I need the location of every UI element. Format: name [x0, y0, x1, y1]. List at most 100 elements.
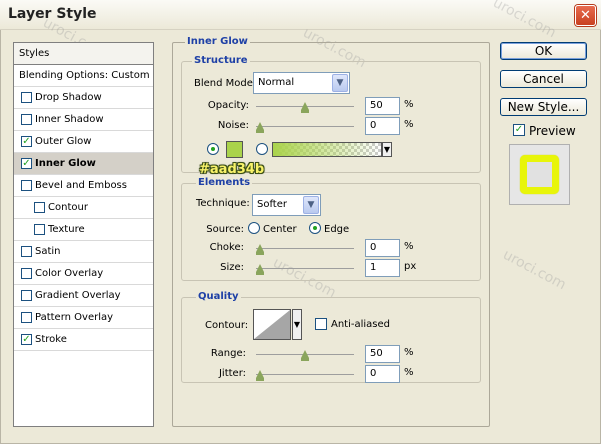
style-item-checkbox[interactable]: ✓: [21, 136, 32, 147]
style-item-gradient-overlay[interactable]: Gradient Overlay: [14, 285, 153, 307]
new-style-button[interactable]: New Style...: [500, 98, 587, 116]
anti-aliased-checkbox[interactable]: [315, 318, 327, 330]
opacity-label: Opacity:: [207, 100, 249, 111]
opacity-field[interactable]: 50: [365, 97, 400, 115]
style-item-bevel-and-emboss[interactable]: Bevel and Emboss: [14, 175, 153, 197]
choke-slider-thumb[interactable]: [256, 244, 264, 255]
anti-aliased-label: Anti-aliased: [331, 319, 391, 330]
size-field[interactable]: 1: [365, 259, 400, 277]
size-unit: px: [404, 261, 417, 272]
style-item-label: Bevel and Emboss: [35, 180, 127, 191]
style-item-checkbox[interactable]: [21, 268, 32, 279]
preview-thumbnail: [509, 144, 570, 205]
source-edge-radio[interactable]: [309, 222, 321, 234]
chevron-down-icon: ▼: [303, 196, 319, 214]
cancel-button[interactable]: Cancel: [500, 70, 587, 88]
opacity-slider[interactable]: [256, 102, 354, 113]
style-item-satin[interactable]: Satin: [14, 241, 153, 263]
source-center-label: Center: [263, 224, 297, 235]
solid-color-radio[interactable]: [207, 143, 219, 155]
elements-title: Elements: [196, 177, 253, 188]
blend-mode-value: Normal: [258, 77, 295, 88]
style-item-color-overlay[interactable]: Color Overlay: [14, 263, 153, 285]
style-item-label: Drop Shadow: [35, 92, 102, 103]
quality-title: Quality: [196, 291, 241, 302]
blend-mode-label: Blend Mode:: [194, 78, 257, 89]
noise-field[interactable]: 0: [365, 117, 400, 135]
style-item-checkbox[interactable]: [21, 312, 32, 323]
style-item-checkbox[interactable]: [21, 92, 32, 103]
source-edge-label: Edge: [324, 224, 350, 235]
jitter-field[interactable]: 0: [365, 365, 400, 383]
styles-list: Styles Blending Options: Custom Drop Sha…: [13, 42, 154, 427]
technique-select[interactable]: Softer ▼: [252, 194, 321, 216]
technique-label: Technique:: [196, 198, 250, 209]
size-slider[interactable]: [256, 264, 354, 275]
contour-dropdown-button[interactable]: ▼: [292, 309, 302, 340]
preview-label: Preview: [529, 124, 576, 138]
jitter-slider-thumb[interactable]: [256, 370, 264, 381]
contour-picker[interactable]: [253, 309, 291, 340]
choke-unit: %: [404, 241, 414, 252]
opacity-slider-thumb[interactable]: [301, 102, 309, 113]
range-field[interactable]: 50: [365, 345, 400, 363]
jitter-slider[interactable]: [256, 370, 354, 381]
blend-mode-select[interactable]: Normal ▼: [253, 72, 350, 94]
contour-preview-icon: [254, 310, 290, 339]
chevron-down-icon: ▼: [332, 74, 348, 92]
contour-label: Contour:: [205, 320, 249, 331]
technique-value: Softer: [257, 199, 287, 210]
style-item-outer-glow[interactable]: ✓ Outer Glow: [14, 131, 153, 153]
close-button[interactable]: ✕: [575, 5, 596, 26]
gradient-dropdown-button[interactable]: ▼: [382, 142, 392, 157]
style-item-pattern-overlay[interactable]: Pattern Overlay: [14, 307, 153, 329]
style-item-texture[interactable]: Texture: [14, 219, 153, 241]
color-annotation: #aad34b: [199, 162, 265, 177]
style-item-contour[interactable]: Contour: [14, 197, 153, 219]
style-item-checkbox[interactable]: [21, 246, 32, 257]
blending-options-item[interactable]: Blending Options: Custom: [14, 65, 153, 87]
style-item-stroke[interactable]: ✓ Stroke: [14, 329, 153, 351]
choke-slider[interactable]: [256, 244, 354, 255]
style-item-checkbox[interactable]: [21, 290, 32, 301]
choke-field[interactable]: 0: [365, 239, 400, 257]
size-slider-thumb[interactable]: [256, 264, 264, 275]
jitter-label: Jitter:: [218, 368, 246, 379]
source-center-radio[interactable]: [248, 222, 260, 234]
style-item-checkbox[interactable]: ✓: [21, 334, 32, 345]
inner-glow-panel: Inner Glow Structure Blend Mode: Normal …: [172, 36, 490, 427]
structure-group: Structure Blend Mode: Normal ▼ Opacity: …: [181, 55, 481, 177]
style-item-checkbox[interactable]: ✓: [21, 158, 32, 169]
noise-slider[interactable]: [256, 122, 354, 133]
style-item-label: Color Overlay: [35, 268, 104, 279]
style-item-checkbox[interactable]: [21, 114, 32, 125]
preview-checkbox[interactable]: ✓: [513, 124, 525, 136]
glow-color-swatch[interactable]: [226, 141, 243, 158]
noise-label: Noise:: [217, 120, 249, 131]
glow-gradient-swatch[interactable]: [272, 142, 382, 157]
style-item-drop-shadow[interactable]: Drop Shadow: [14, 87, 153, 109]
style-item-label: Pattern Overlay: [35, 312, 114, 323]
elements-group: Elements Technique: Softer ▼ Source: Cen…: [181, 177, 481, 281]
style-item-label: Texture: [48, 224, 85, 235]
jitter-unit: %: [404, 367, 414, 378]
gradient-radio[interactable]: [256, 143, 268, 155]
choke-label: Choke:: [209, 242, 244, 253]
close-icon: ✕: [580, 8, 591, 23]
range-slider-thumb[interactable]: [301, 350, 309, 361]
style-item-label: Gradient Overlay: [35, 290, 121, 301]
opacity-unit: %: [404, 99, 414, 110]
styles-header[interactable]: Styles: [14, 43, 153, 65]
style-item-inner-glow[interactable]: ✓ Inner Glow: [14, 153, 153, 175]
style-item-checkbox[interactable]: [21, 180, 32, 191]
style-item-label: Contour: [48, 202, 88, 213]
range-slider[interactable]: [256, 350, 354, 361]
panel-title: Inner Glow: [185, 36, 250, 47]
style-item-inner-shadow[interactable]: Inner Shadow: [14, 109, 153, 131]
ok-button[interactable]: OK: [500, 42, 587, 60]
noise-slider-thumb[interactable]: [256, 122, 264, 133]
style-item-checkbox[interactable]: [34, 202, 45, 213]
style-item-checkbox[interactable]: [34, 224, 45, 235]
style-item-label: Inner Shadow: [35, 114, 104, 125]
preview-swatch: [520, 155, 559, 194]
